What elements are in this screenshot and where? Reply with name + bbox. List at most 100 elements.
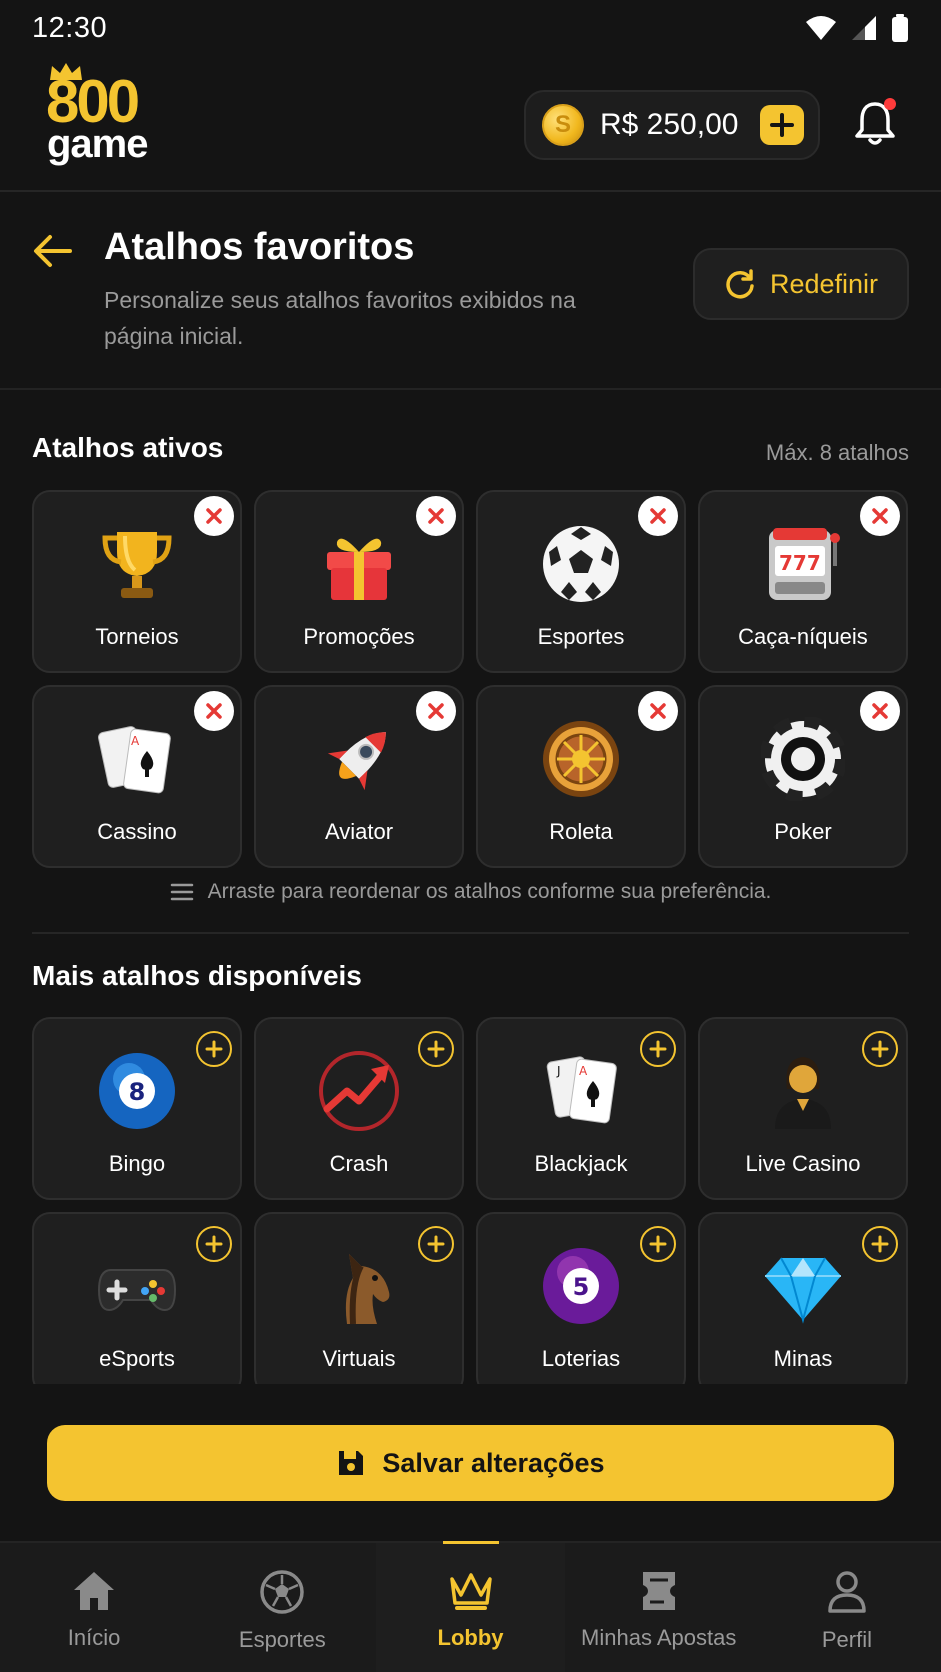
app-header: 800 game S R$ 250,00 [0,56,941,192]
remove-shortcut-button[interactable] [638,691,678,731]
nav-item-lobby[interactable]: Lobby [376,1543,565,1672]
svg-text:J: J [556,1064,561,1078]
available-shortcut-tile[interactable]: Virtuais [254,1212,464,1395]
active-shortcut-tile[interactable]: A Cassino [32,685,242,868]
available-shortcut-tile[interactable]: Crash [254,1017,464,1200]
active-shortcut-tile[interactable]: Poker [698,685,908,868]
remove-shortcut-button[interactable] [416,496,456,536]
active-section-title: Atalhos ativos [32,432,224,463]
reset-label: Redefinir [769,268,879,299]
signal-icon [852,16,876,40]
close-icon [206,508,222,524]
soccer-ball-icon [539,522,623,606]
remove-shortcut-button[interactable] [194,691,234,731]
crown-icon [449,1573,492,1610]
tile-label: Virtuais [322,1346,396,1371]
logo-text-game: game [47,122,148,166]
add-shortcut-button[interactable] [640,1226,676,1262]
tile-label: Loterias [541,1346,621,1371]
logo[interactable]: 800 game [46,60,176,170]
remove-shortcut-button[interactable] [860,691,900,731]
poker-chip-icon [761,717,845,801]
remove-shortcut-button[interactable] [416,691,456,731]
lottery-ball-number: 5 [573,1273,590,1301]
balance-amount: R$ 250,00 [600,108,739,141]
back-button[interactable] [30,228,76,274]
blackjack-cards-icon: JA [539,1049,623,1133]
available-shortcut-tile[interactable]: 5 Loterias [476,1212,686,1395]
arrow-left-icon [34,235,72,267]
add-shortcut-button[interactable] [418,1031,454,1067]
active-shortcut-tile[interactable]: Aviator [254,685,464,868]
active-shortcut-tile[interactable]: Promoções [254,490,464,673]
save-icon [339,1451,364,1475]
add-shortcut-button[interactable] [640,1031,676,1067]
available-shortcut-tile[interactable]: Minas [698,1212,908,1395]
deposit-button[interactable] [760,105,804,145]
remove-shortcut-button[interactable] [638,496,678,536]
add-shortcut-button[interactable] [196,1226,232,1262]
close-icon [872,703,888,719]
crash-chart-icon [317,1049,401,1133]
page-subtitle: Personalize seus atalhos favoritos exibi… [104,287,576,349]
active-shortcut-tile[interactable]: Esportes [476,490,686,673]
active-shortcut-tile[interactable]: Roleta [476,685,686,868]
tile-label: Promoções [303,624,415,649]
reset-button[interactable]: Redefinir [693,248,909,320]
nav-label: Esportes [238,1627,326,1652]
add-shortcut-button[interactable] [862,1031,898,1067]
notifications-button[interactable] [852,98,898,148]
nav-item-esportes[interactable]: Esportes [188,1543,376,1672]
available-shortcut-tile[interactable]: JA Blackjack [476,1017,686,1200]
available-shortcut-tile[interactable]: eSports [32,1212,242,1395]
refresh-icon [726,269,754,299]
remove-shortcut-button[interactable] [860,496,900,536]
balance-pill[interactable]: S R$ 250,00 [524,90,820,160]
plus-icon [649,1040,667,1058]
close-icon [650,703,666,719]
available-shortcut-tile[interactable]: 8 Bingo [32,1017,242,1200]
tile-label: Poker [774,819,832,844]
save-changes-button[interactable]: Salvar alterações [47,1425,894,1501]
active-shortcut-tile[interactable]: 777 Caça-níqueis [698,490,908,673]
plus-icon [649,1235,667,1253]
max-shortcuts-note: Máx. 8 atalhos [765,440,909,465]
drag-handle-icon [170,883,193,901]
horse-icon [317,1244,401,1328]
nav-item-inicio[interactable]: Início [0,1543,188,1672]
status-icons [805,14,909,42]
tile-label: Cassino [97,819,177,844]
active-shortcuts-grid: Torneios Promoções Esportes 777 Caça-níq… [32,490,909,868]
tile-label: Esportes [537,624,625,649]
nav-item-perfil[interactable]: Perfil [753,1543,941,1672]
nav-label: Início [67,1625,121,1650]
bet-slip-icon [642,1572,675,1610]
tile-label: Crash [329,1151,389,1176]
nav-item-minhas-apostas[interactable]: Minhas Apostas [565,1543,753,1672]
available-shortcuts-grid: 8 Bingo Crash JA Blackjack Live Casino e… [32,1017,909,1395]
lottery-ball-icon: 5 [539,1244,623,1328]
playing-cards-icon: A [95,717,179,801]
notification-badge [884,98,896,110]
tile-label: Bingo [108,1151,166,1176]
active-shortcut-tile[interactable]: Torneios [32,490,242,673]
nav-label: Lobby [437,1625,504,1650]
rocket-icon [317,717,401,801]
plus-icon [871,1235,889,1253]
svg-text:A: A [579,1064,588,1078]
close-icon [428,508,444,524]
scroll-fade [0,1384,941,1424]
tile-label: Caça-níqueis [738,624,868,649]
roulette-wheel-icon [539,717,623,801]
available-shortcut-tile[interactable]: Live Casino [698,1017,908,1200]
trophy-icon [95,522,179,606]
add-shortcut-button[interactable] [196,1031,232,1067]
tile-label: Live Casino [745,1151,861,1176]
tile-label: Roleta [549,819,613,844]
remove-shortcut-button[interactable] [194,496,234,536]
add-shortcut-button[interactable] [418,1226,454,1262]
add-shortcut-button[interactable] [862,1226,898,1262]
plus-icon [205,1235,223,1253]
save-changes-label: Salvar alterações [382,1447,605,1478]
coin-icon: S [542,104,584,146]
